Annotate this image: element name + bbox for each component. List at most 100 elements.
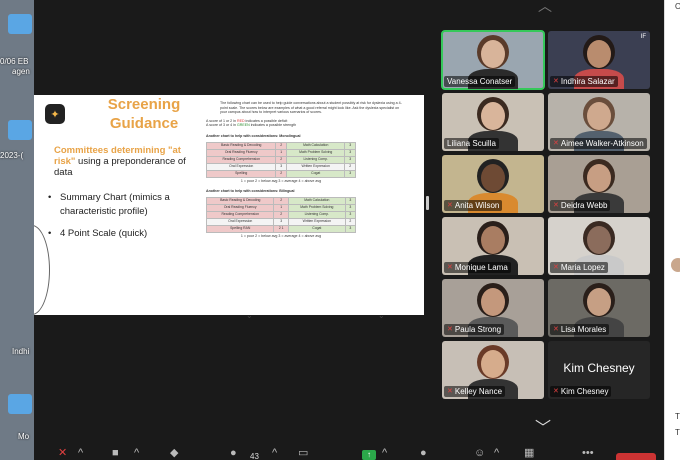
participant-tile[interactable]: ✕ Maria Lopez — [548, 217, 650, 275]
desktop-item-label: agen — [12, 67, 30, 76]
participants-icon[interactable]: ● — [230, 448, 237, 459]
mic-muted-icon: ✕ — [553, 78, 559, 85]
participant-name: Lisa Morales — [560, 325, 607, 334]
chevron-up-icon[interactable]: ^ — [382, 448, 387, 459]
participant-nameplate: ✕ Kelley Nance — [444, 386, 506, 397]
reactions-icon[interactable]: ☺ — [474, 448, 485, 459]
participant-tile[interactable]: ✕ Anita Wilson — [442, 155, 544, 213]
video-camera-icon[interactable]: ■ — [112, 448, 119, 459]
participant-display-name: Kim Chesney — [563, 361, 635, 375]
table-row: Reading Comprehension 2 Listening Comp. 3 — [205, 210, 357, 219]
chevron-down-icon[interactable]: ⌄ — [378, 311, 385, 320]
participant-nameplate: Liliana Scuilla — [444, 138, 499, 149]
table1-heading: Another chart to help with consideration… — [206, 133, 301, 138]
score-table-monolingual: Basic Reading & Decoding 2 Math Calculatio… — [205, 141, 356, 178]
participant-name: Aimee Walker-Atkinson — [560, 139, 644, 148]
deficit-color-word: RED — [236, 118, 245, 123]
participant-tile[interactable]: ✕ Lisa Morales — [548, 279, 650, 337]
folder-icon[interactable] — [8, 14, 32, 34]
table-cell: Spelling — [205, 169, 277, 178]
participant-tile[interactable]: ✕ Monique Lama — [442, 217, 544, 275]
table-cell: 2 — [344, 217, 357, 226]
strength-suffix: indicates a possible strength — [249, 123, 297, 128]
security-shield-icon[interactable]: ◆ — [170, 448, 178, 459]
chevron-up-icon[interactable]: ^ — [134, 448, 139, 459]
participant-name: Paula Strong — [454, 325, 502, 334]
table-cell: Math Calculation — [285, 141, 346, 150]
app-logo-icon: ✦ — [45, 104, 65, 124]
table-row: Reading Comprehension 2 Listening Comp. 3 — [205, 155, 356, 164]
slide-bullet: 4 Point Scale (quick) — [48, 227, 200, 241]
right-sidebar: O T T — [664, 0, 680, 460]
table-cell: 3 — [344, 169, 356, 178]
strength-prefix: A score of 3 or 4 in — [206, 123, 237, 128]
table-cell: Oral Expression — [205, 217, 275, 226]
participant-video — [481, 102, 505, 130]
participant-tile[interactable]: ✕ Paula Strong — [442, 279, 544, 337]
table-cell: Basic Reading & Decoding — [205, 141, 277, 150]
table-cell: 2 — [275, 155, 287, 164]
screen: 0/06 EB agen 2023-( Indhi Mo ︿ ✦ Screeni… — [0, 0, 680, 460]
participant-tile[interactable]: IF ✕ Indhira Salazar — [548, 31, 650, 89]
chevron-up-icon[interactable]: ︿ — [538, 0, 552, 16]
table-row: Basic Reading & Decoding 2 Math Calculatio… — [205, 141, 356, 150]
table2-heading: Another chart to help with consideration… — [206, 189, 295, 194]
chevron-up-icon[interactable]: ^ — [494, 448, 499, 459]
table-cell: Listening Comp. — [287, 210, 346, 219]
more-icon[interactable]: ••• — [582, 448, 594, 459]
table-cell: Spelling RAN — [205, 224, 275, 233]
participant-name: Vanessa Conatser — [447, 77, 513, 86]
apps-icon[interactable]: ▦ — [524, 448, 534, 459]
deficit-prefix: A score of 1 or 2 in — [206, 118, 237, 123]
table-cell: 3 — [344, 210, 357, 219]
chevron-down-icon[interactable]: ⌄ — [246, 311, 253, 320]
participant-nameplate: ✕ Paula Strong — [444, 324, 505, 335]
mic-muted-icon: ✕ — [447, 388, 453, 395]
table-cell: 2 1 — [273, 224, 289, 233]
table-cell: 2 — [273, 210, 289, 219]
slide-bullet: Summary Chart (mimics a characteristic p… — [48, 191, 200, 219]
chevron-up-icon[interactable]: ^ — [272, 448, 277, 459]
participant-nameplate: ✕ Aimee Walker-Atkinson — [550, 138, 647, 149]
folder-icon[interactable] — [8, 394, 32, 414]
chat-icon[interactable]: ▭ — [298, 448, 308, 459]
mic-muted-icon: ✕ — [553, 326, 559, 333]
slide-title: Screening Guidance — [107, 96, 181, 132]
table-cell: Written Expression — [287, 217, 346, 226]
table-cell: 2 — [344, 162, 356, 171]
chevron-down-icon[interactable]: ﹀ — [535, 414, 551, 438]
avatar[interactable] — [671, 258, 680, 272]
participant-tile[interactable]: Vanessa Conatser — [441, 30, 545, 90]
participant-nameplate: ✕ Anita Wilson — [444, 200, 503, 211]
participant-name: Kelley Nance — [454, 387, 503, 396]
table-cell: 1 — [273, 203, 289, 212]
table-cell: Listening Comp. — [285, 155, 346, 164]
slide-intro-text: The following chart can be used to help … — [220, 101, 402, 115]
strength-color-word: GREEN — [236, 123, 250, 128]
participant-tile[interactable]: ✕ Deidra Webb — [548, 155, 650, 213]
table-row: Spelling 2 Cogat 3 — [205, 169, 356, 178]
end-meeting-button[interactable] — [616, 453, 656, 460]
participant-name: Liliana Scuilla — [447, 139, 496, 148]
participant-tile[interactable]: Kim Chesney ✕ Kim Chesney — [548, 341, 650, 399]
folder-icon[interactable] — [8, 120, 32, 140]
participant-tile[interactable]: ✕ Aimee Walker-Atkinson — [548, 93, 650, 151]
participant-tile[interactable]: Liliana Scuilla — [442, 93, 544, 151]
participant-tile[interactable]: ✕ Kelley Nance — [442, 341, 544, 399]
table-cell: Reading Comprehension — [205, 155, 277, 164]
meeting-toolbar: ✕ ^ ■ ^ ◆ ● 43 ^ ▭ ↑ ^ ● ☺ ^ ▦ ••• — [34, 446, 664, 460]
splitter-handle[interactable] — [426, 196, 429, 210]
score-table-bilingual: Basic Reading & Decoding 2 Math Calculatio… — [205, 196, 357, 233]
table-cell: 3 — [344, 224, 357, 233]
table-cell: 1 — [275, 148, 287, 157]
deficit-suffix: indicates a possible deficit — [244, 118, 288, 123]
desktop-background: 0/06 EB agen 2023-( Indhi Mo — [0, 0, 34, 460]
mic-muted-icon[interactable]: ✕ — [58, 448, 67, 459]
sidebar-letter: T — [675, 412, 680, 421]
record-icon[interactable]: ● — [420, 448, 427, 459]
share-screen-icon[interactable]: ↑ — [362, 450, 376, 460]
chevron-up-icon[interactable]: ^ — [78, 448, 83, 459]
participant-name: Deidra Webb — [560, 201, 608, 210]
table-cell: 3 — [344, 141, 356, 150]
table-cell: 2 — [275, 169, 287, 178]
